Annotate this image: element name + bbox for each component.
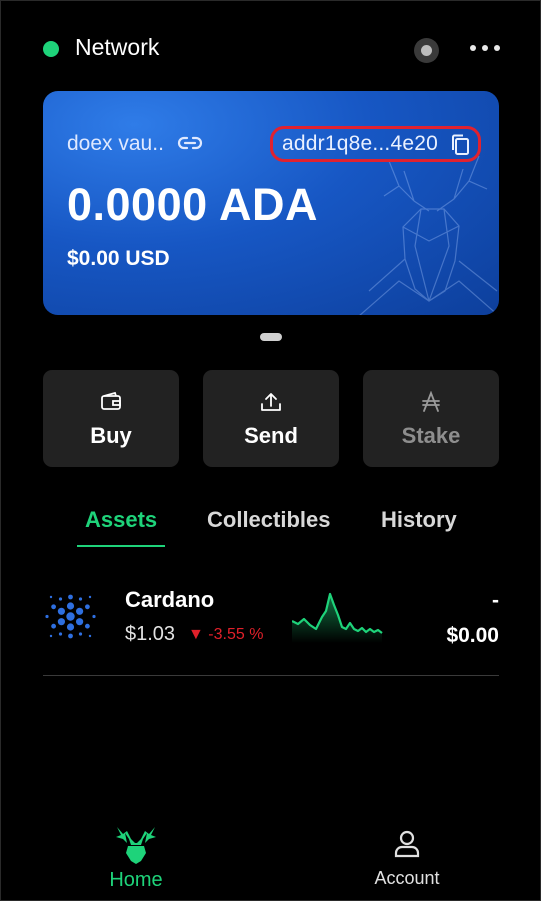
ada-balance: 0.0000 ADA (67, 179, 318, 230)
buy-button[interactable]: Buy (43, 370, 179, 467)
asset-price: $1.03 (125, 623, 176, 645)
card-pager-indicator[interactable] (260, 333, 282, 341)
person-icon (394, 830, 420, 858)
upload-icon (261, 393, 281, 411)
nav-account[interactable]: Account (362, 830, 452, 889)
nav-home-label: Home (109, 869, 163, 891)
more-dot (494, 45, 500, 51)
send-label: Send (244, 423, 298, 448)
more-dot (470, 45, 476, 51)
cardano-logo-icon (45, 594, 96, 639)
active-tab-indicator (77, 545, 165, 547)
stake-button[interactable]: Stake (363, 370, 499, 467)
tab-history[interactable]: History (381, 507, 457, 533)
tab-collectibles[interactable]: Collectibles (207, 507, 330, 533)
down-arrow-icon: ▼ (188, 626, 204, 643)
status-indicator-icon[interactable] (414, 38, 439, 63)
more-dot (482, 45, 488, 51)
asset-quantity: - (492, 589, 499, 612)
link-icon[interactable] (177, 135, 203, 151)
list-divider (43, 675, 499, 676)
asset-row-cardano[interactable]: Cardano $1.03 ▼ -3.55 % - $0.00 (43, 585, 499, 657)
asset-value: $0.00 (446, 624, 499, 647)
network-label[interactable]: Network (75, 34, 159, 61)
more-options-button[interactable] (470, 38, 500, 58)
wallet-icon (101, 391, 121, 410)
ada-symbol-icon (422, 391, 440, 412)
tab-assets[interactable]: Assets (85, 507, 157, 533)
wallet-address[interactable]: addr1q8e...4e20 (282, 132, 438, 156)
deer-illustration (359, 155, 499, 315)
asset-price-change: ▼ -3.55 % (188, 626, 263, 644)
address-highlight[interactable]: addr1q8e...4e20 (270, 126, 481, 162)
send-button[interactable]: Send (203, 370, 339, 467)
top-bar: Network (0, 0, 541, 96)
network-status-dot (43, 41, 59, 57)
price-sparkline (292, 592, 383, 643)
wallet-card: doex vau.. addr1q8e...4e20 0.0000 ADA $0… (43, 91, 499, 315)
nav-home[interactable]: Home (96, 825, 176, 892)
asset-name: Cardano (125, 587, 215, 612)
copy-icon[interactable] (450, 134, 470, 156)
deer-head-icon (116, 827, 156, 864)
buy-label: Buy (90, 423, 132, 448)
asset-change-value: -3.55 % (208, 626, 264, 643)
nav-account-label: Account (374, 868, 440, 888)
stake-label: Stake (401, 423, 461, 448)
fiat-balance: $0.00 USD (67, 247, 170, 270)
wallet-name[interactable]: doex vau.. (67, 132, 164, 156)
